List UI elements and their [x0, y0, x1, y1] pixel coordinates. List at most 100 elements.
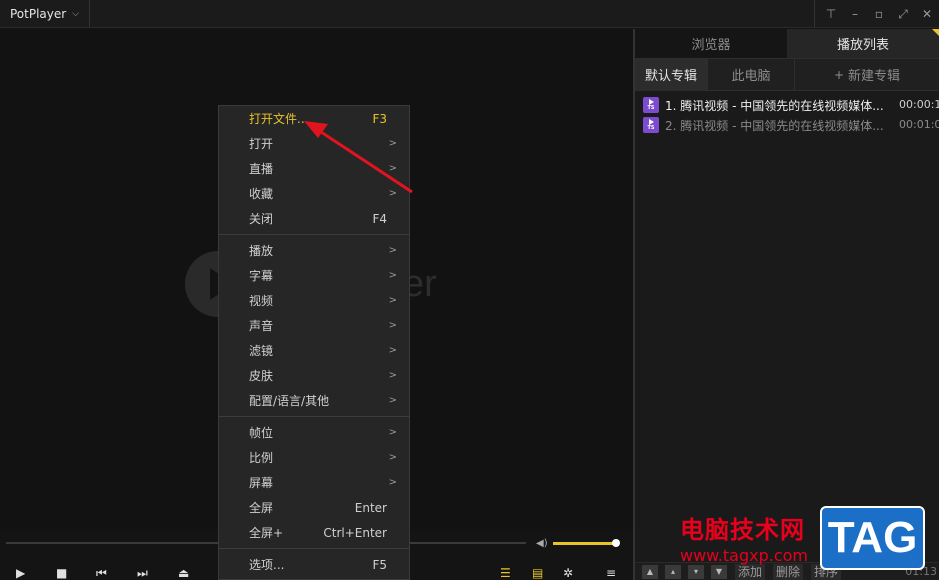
submenu-arrow-icon: >: [388, 477, 397, 488]
menu-item-label: 全屏+: [249, 526, 284, 540]
menu-item-fullscreen[interactable]: 全屏 Enter: [219, 495, 409, 520]
menu-item-label: 选项...: [249, 558, 285, 572]
menu-item-ratio[interactable]: 比例 >: [219, 445, 409, 470]
menu-item-audio[interactable]: 声音 >: [219, 313, 409, 338]
close-icon[interactable]: ✕: [915, 0, 939, 28]
tab-browser[interactable]: 浏览器: [635, 29, 787, 58]
menu-item-screen[interactable]: 屏幕 >: [219, 470, 409, 495]
menu-item-label: 播放: [249, 244, 274, 258]
menu-item-favorites[interactable]: 收藏 >: [219, 181, 409, 206]
panel-tabs: 浏览器 播放列表: [635, 29, 939, 59]
playlist-panel: 浏览器 播放列表 默认专辑 此电脑 + 新建专辑 TS 1. 腾讯视频 - 中国…: [633, 29, 939, 580]
new-album-label: 新建专辑: [848, 69, 901, 84]
menu-item-label: 全屏: [249, 501, 274, 515]
album-default-label: 默认专辑: [644, 69, 697, 84]
menu-item-options[interactable]: 选项... F5: [219, 552, 409, 577]
submenu-arrow-icon: >: [388, 245, 397, 256]
submenu-arrow-icon: >: [388, 163, 397, 174]
volume-knob[interactable]: [612, 539, 620, 547]
window-controls: ⊤ – ▫ ⤢ ✕: [814, 0, 939, 28]
menu-item-skins[interactable]: 皮肤 >: [219, 363, 409, 388]
menu-item-label: 视频: [249, 294, 274, 308]
menu-item-video[interactable]: 视频 >: [219, 288, 409, 313]
context-menu: 打开文件... F3 打开 > 直播 > 收藏 > 关闭 F4 播放 > 字幕 > 视频 > 声…: [218, 105, 410, 580]
menu-item-fullscreen-plus[interactable]: 全屏+ Ctrl+Enter: [219, 520, 409, 545]
active-corner-marker: [932, 29, 939, 36]
submenu-arrow-icon: >: [388, 295, 397, 306]
album-pc[interactable]: 此电脑: [708, 58, 795, 91]
minimize-icon[interactable]: –: [843, 0, 867, 28]
submenu-arrow-icon: >: [388, 370, 397, 381]
menu-item-config[interactable]: 配置/语言/其他 >: [219, 388, 409, 413]
playlist-item[interactable]: TS 2. 腾讯视频 - 中国领先的在线视频媒体... 00:01:01: [635, 115, 939, 135]
previous-icon[interactable]: ⏮: [96, 566, 107, 580]
menu-item-subtitles[interactable]: 字幕 >: [219, 263, 409, 288]
gear-icon[interactable]: ✲: [563, 566, 573, 580]
menu-item-label: 直播: [249, 162, 274, 176]
watermark: 电脑技术网 www.tagxp.com TAG: [672, 506, 939, 580]
playlist-item-duration: 00:01:01: [899, 118, 939, 131]
menu-item-label: 打开文件...: [249, 112, 309, 126]
menu-item-filters[interactable]: 滤镜 >: [219, 338, 409, 363]
app-name: PotPlayer: [10, 6, 67, 21]
watermark-site-name: 电脑技术网: [680, 516, 805, 544]
app-menu-button[interactable]: PotPlayer ⌵: [0, 0, 91, 28]
menu-item-label: 关闭: [249, 212, 274, 226]
menu-item-shortcut: F5: [372, 557, 387, 572]
album-tabs: 默认专辑 此电脑 + 新建专辑: [635, 58, 939, 91]
submenu-arrow-icon: >: [388, 345, 397, 356]
restore-icon[interactable]: ▫: [867, 0, 891, 28]
menu-separator: [219, 548, 409, 549]
playlist-item-title: 1. 腾讯视频 - 中国领先的在线视频媒体...: [665, 98, 884, 113]
menu-item-open[interactable]: 打开 >: [219, 131, 409, 156]
tab-playlist-label: 播放列表: [836, 38, 889, 53]
tab-playlist[interactable]: 播放列表: [787, 29, 939, 58]
watermark-url: www.tagxp.com: [680, 546, 808, 565]
playlist-item[interactable]: TS 1. 腾讯视频 - 中国领先的在线视频媒体... 00:00:12: [635, 95, 939, 115]
menu-item-label: 声音: [249, 319, 274, 333]
menu-item-shortcut: F4: [372, 211, 387, 226]
watermark-tag-logo: TAG: [820, 506, 925, 570]
submenu-arrow-icon: >: [388, 452, 397, 463]
fullscreen-icon[interactable]: ⤢: [891, 0, 915, 28]
menu-item-shortcut: F3: [372, 111, 387, 126]
move-top-icon[interactable]: ▲: [642, 564, 658, 579]
menu-item-frame[interactable]: 帧位 >: [219, 420, 409, 445]
menu-item-open-file[interactable]: 打开文件... F3: [219, 106, 409, 131]
menu-item-label: 比例: [249, 451, 274, 465]
menu-item-label: 滤镜: [249, 344, 274, 358]
menu-icon[interactable]: ≡: [606, 566, 616, 580]
playlist: TS 1. 腾讯视频 - 中国领先的在线视频媒体... 00:00:12 TS …: [635, 91, 939, 135]
chevron-down-icon: ⌵: [72, 8, 80, 19]
playlist-icon[interactable]: ▤: [532, 566, 543, 580]
title-bar: PotPlayer ⌵ ⊤ – ▫ ⤢ ✕: [0, 0, 939, 28]
playlist-search-icon[interactable]: ☰: [500, 566, 511, 580]
volume-slider[interactable]: [553, 542, 615, 545]
submenu-arrow-icon: >: [388, 427, 397, 438]
pin-icon[interactable]: ⊤: [819, 0, 843, 28]
menu-item-close[interactable]: 关闭 F4: [219, 206, 409, 231]
volume-icon[interactable]: ◀): [536, 538, 548, 549]
submenu-arrow-icon: >: [388, 395, 397, 406]
menu-item-label: 字幕: [249, 269, 274, 283]
stop-icon[interactable]: ■: [56, 566, 67, 580]
album-default[interactable]: 默认专辑: [635, 58, 708, 91]
menu-separator: [219, 234, 409, 235]
playlist-item-title: 2. 腾讯视频 - 中国领先的在线视频媒体...: [665, 118, 884, 133]
new-album-button[interactable]: + 新建专辑: [795, 59, 939, 91]
eject-icon[interactable]: ⏏: [178, 566, 189, 580]
album-pc-label: 此电脑: [731, 69, 771, 84]
menu-item-playback[interactable]: 播放 >: [219, 238, 409, 263]
menu-separator: [219, 416, 409, 417]
menu-item-shortcut: Ctrl+Enter: [323, 525, 387, 540]
potplayer-window: PotPlayer ⌵ ⊤ – ▫ ⤢ ✕ er ◀) ▶ ■ ⏮ ⏭ ⏏ ☰ …: [0, 0, 939, 580]
menu-item-shortcut: Enter: [354, 500, 387, 515]
next-icon[interactable]: ⏭: [137, 566, 148, 580]
ts-file-icon: TS: [643, 97, 659, 113]
menu-item-label: 帧位: [249, 426, 274, 440]
menu-item-label: 收藏: [249, 187, 274, 201]
play-icon[interactable]: ▶: [16, 566, 25, 580]
menu-item-label: 皮肤: [249, 369, 274, 383]
menu-item-live[interactable]: 直播 >: [219, 156, 409, 181]
playlist-item-duration: 00:00:12: [899, 98, 939, 111]
